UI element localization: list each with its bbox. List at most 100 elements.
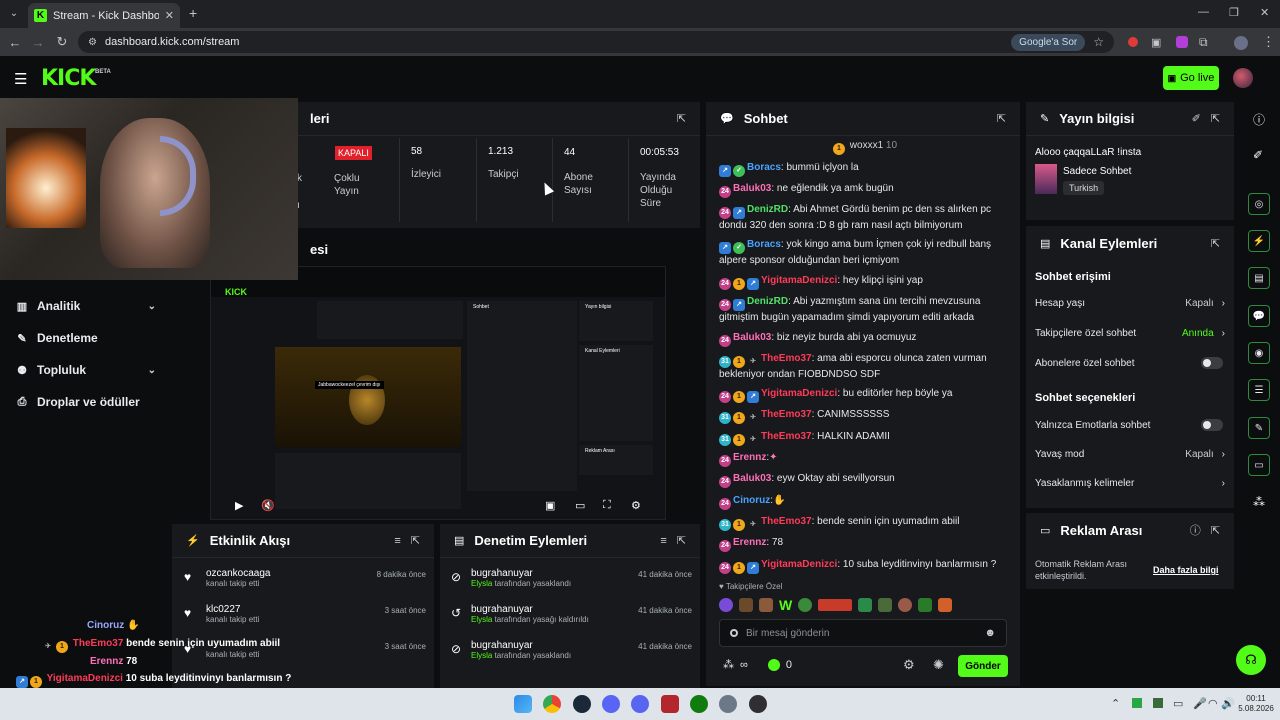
- discord-taskbar-icon[interactable]: [602, 695, 620, 713]
- emote-icon[interactable]: [798, 598, 813, 612]
- google-lens-chip[interactable]: Google'a Sor: [1011, 33, 1086, 51]
- emote-w-icon[interactable]: W: [779, 597, 792, 613]
- settings-gear-icon[interactable]: ⚙: [631, 499, 641, 512]
- tray-green-icon[interactable]: [1132, 698, 1142, 708]
- emote-icon[interactable]: [818, 599, 853, 611]
- chat-message[interactable]: 24 Erennz:✦: [719, 451, 1015, 467]
- close-window-icon[interactable]: ✕: [1260, 6, 1269, 19]
- rail-record-icon[interactable]: ◎: [1248, 193, 1270, 215]
- close-tab-icon[interactable]: ✕: [165, 9, 174, 22]
- activity-user[interactable]: ozcankocaaga: [206, 568, 271, 579]
- chat-mod-icon[interactable]: ✺: [933, 657, 944, 673]
- emote-bar[interactable]: W: [719, 596, 1009, 614]
- tray-mic-icon[interactable]: 🎤: [1193, 697, 1207, 710]
- chat-username[interactable]: DenizRD: [747, 296, 788, 307]
- edit-icon[interactable]: ✐: [1253, 148, 1263, 162]
- rail-chat-icon[interactable]: 💬: [1248, 305, 1270, 327]
- chat-message[interactable]: 24 1 ↗ YigitamaDenizci: 10 suba leyditinvin…: [719, 558, 1015, 574]
- emote-icon[interactable]: [759, 598, 773, 612]
- taskbar-clock[interactable]: 00:11 5.08.2026: [1236, 694, 1276, 714]
- settings-taskbar-icon[interactable]: [719, 695, 737, 713]
- restore-icon[interactable]: ❐: [1229, 6, 1239, 19]
- chat-message[interactable]: 24 1 ↗ YigitamaDenizci: hey klipçi işini ya…: [719, 274, 1015, 290]
- moderation-user[interactable]: bugrahanuyar: [471, 604, 589, 615]
- fullscreen-icon[interactable]: ⛶: [603, 499, 611, 512]
- chat-username[interactable]: Boracs: [747, 162, 781, 173]
- popout-icon[interactable]: ⇱: [1211, 112, 1220, 125]
- chat-message[interactable]: 24 1 ↗ YigitamaDenizci: bu editörler hep bö…: [719, 387, 1015, 403]
- pip-icon[interactable]: ▣: [545, 499, 555, 512]
- forward-icon[interactable]: →: [29, 33, 47, 51]
- rail-list-icon[interactable]: ☰: [1248, 379, 1270, 401]
- chat-message[interactable]: 31 1 ✈ TheEmo37: bende senin için uyumadım …: [719, 515, 1015, 531]
- chat-message[interactable]: 24 ↗ DenizRD: Abi yazmıştım sana ünı terci…: [719, 295, 1015, 326]
- new-tab-icon[interactable]: +: [189, 5, 197, 21]
- chat-message[interactable]: 24 Baluk03: biz neyiz burda abi ya ocmuyu…: [719, 331, 1015, 347]
- tab-search-icon[interactable]: ⌄: [6, 6, 22, 22]
- chat-settings-icon[interactable]: ⚙: [903, 657, 915, 673]
- emote-icon[interactable]: [878, 598, 893, 612]
- user-avatar[interactable]: [1233, 68, 1253, 88]
- ad-break-more-link[interactable]: Daha fazla bilgi: [1153, 565, 1219, 575]
- play-icon[interactable]: ▶: [235, 499, 243, 512]
- slow-mode-row[interactable]: Yavaş mod Kapalı ›: [1035, 449, 1225, 460]
- nav-drops[interactable]: ⎙ Droplar ve ödüller: [16, 392, 186, 412]
- discord2-taskbar-icon[interactable]: [631, 695, 649, 713]
- filter-icon[interactable]: ≡: [394, 535, 400, 547]
- browser-tab[interactable]: K Stream - Kick Dashboard ✕: [28, 3, 180, 28]
- popout-icon[interactable]: ⇱: [411, 534, 420, 547]
- chat-username[interactable]: Boracs: [747, 239, 781, 250]
- tray-app-icon[interactable]: [1153, 698, 1163, 708]
- chat-message[interactable]: 24 Erennz: 78: [719, 536, 1015, 552]
- emote-icon[interactable]: [719, 598, 733, 612]
- popout-icon[interactable]: ⇱: [677, 534, 686, 547]
- theater-icon[interactable]: ▭: [575, 499, 585, 512]
- url-field[interactable]: ⚙ dashboard.kick.com/stream Google'a Sor…: [78, 31, 1114, 53]
- chat-message[interactable]: 24 Baluk03: eyw Oktay abi sevillyorsun: [719, 472, 1015, 488]
- support-headset-icon[interactable]: ☊: [1236, 645, 1266, 675]
- popout-icon[interactable]: ⇱: [997, 112, 1006, 125]
- emotes-only-row[interactable]: Yalnızca Emotlarla sohbet: [1035, 419, 1225, 431]
- moderator-name[interactable]: Elysla: [471, 615, 492, 624]
- send-button[interactable]: Gönder: [958, 655, 1008, 677]
- rail-apps-icon[interactable]: ⁂: [1253, 495, 1265, 509]
- filter-icon[interactable]: ≡: [660, 535, 666, 547]
- chat-username[interactable]: YigitamaDenizci: [761, 388, 837, 399]
- chat-username[interactable]: Cinoruz: [733, 495, 770, 506]
- go-live-button[interactable]: ▣ Go live: [1163, 66, 1219, 90]
- rail-bolt-icon[interactable]: ⚡: [1248, 230, 1270, 252]
- chat-message[interactable]: ↗ ✓ Boracs: yok kingo ama bum İçmen çok iy…: [719, 238, 1015, 269]
- chat-message[interactable]: 24 ↗ DenizRD: Abi Ahmet Gördü benim pc den…: [719, 203, 1015, 234]
- chat-username[interactable]: YigitamaDenizci: [761, 559, 837, 570]
- chat-message[interactable]: 24 Cinoruz:✋: [719, 494, 1015, 510]
- windows-start-icon[interactable]: [514, 695, 532, 713]
- xbox-taskbar-icon[interactable]: [690, 695, 708, 713]
- followers-chat-row[interactable]: Takipçilere özel sohbet Anında ›: [1035, 328, 1225, 339]
- extension-purple-icon[interactable]: [1176, 36, 1188, 48]
- emote-icon[interactable]: [918, 598, 933, 612]
- chat-username[interactable]: TheEmo37: [761, 353, 812, 364]
- chat-username[interactable]: YigitamaDenizci: [761, 275, 837, 286]
- moderation-user[interactable]: bugrahanuyar: [471, 640, 571, 651]
- chat-username[interactable]: TheEmo37: [761, 431, 812, 442]
- back-icon[interactable]: ←: [6, 33, 24, 51]
- popout-icon[interactable]: ⇱: [1211, 524, 1220, 537]
- steam-taskbar-icon[interactable]: [573, 695, 591, 713]
- chat-message[interactable]: 24 Baluk03: ne eğlendik ya amk bugün: [719, 182, 1015, 198]
- emote-icon[interactable]: [898, 598, 913, 612]
- chat-message[interactable]: 31 1 ✈ TheEmo37: HALKIN ADAMII: [719, 430, 1015, 446]
- chat-message[interactable]: 31 1 ✈ TheEmo37: ama abi esporcu olunca zat…: [719, 352, 1015, 383]
- reload-icon[interactable]: ↻: [53, 33, 71, 51]
- chat-username[interactable]: Baluk03: [733, 332, 771, 343]
- moderation-user[interactable]: bugrahanuyar: [471, 568, 571, 579]
- profile-icon[interactable]: [1234, 36, 1248, 50]
- tray-wifi-icon[interactable]: ◠: [1208, 697, 1218, 710]
- tray-volume-icon[interactable]: 🔊: [1221, 697, 1235, 710]
- rail-doc-icon[interactable]: ▤: [1248, 267, 1270, 289]
- extension-icon[interactable]: ▣: [1151, 36, 1161, 49]
- chat-username[interactable]: Erennz: [733, 452, 766, 463]
- chat-username[interactable]: DenizRD: [747, 204, 788, 215]
- extension-red-icon[interactable]: [1128, 37, 1138, 47]
- rail-window-icon[interactable]: ▭: [1248, 454, 1270, 476]
- tray-monitor-icon[interactable]: ▭: [1173, 697, 1183, 710]
